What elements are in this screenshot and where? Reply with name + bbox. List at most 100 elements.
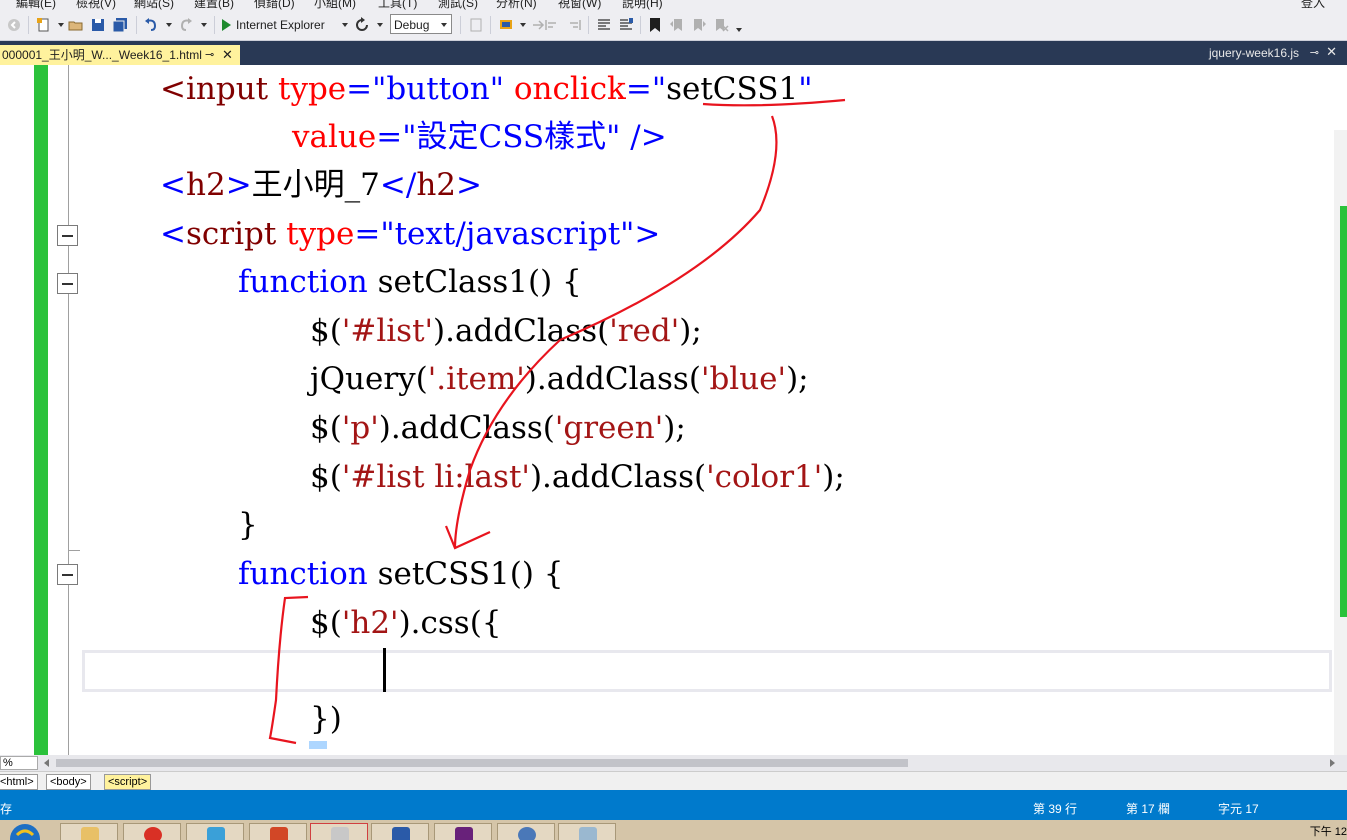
code-line-10: }: [238, 507, 258, 543]
run-button[interactable]: Internet Explorer: [222, 16, 325, 34]
redo-icon[interactable]: [178, 17, 194, 33]
menu-view[interactable]: 檢視(V): [76, 0, 116, 10]
undo-dropdown[interactable]: [166, 23, 172, 27]
menu-window[interactable]: 視窗(W): [558, 0, 601, 10]
crumb-script[interactable]: <script>: [104, 774, 152, 790]
taskbar-powerpoint[interactable]: [249, 823, 307, 840]
change-marker: [1340, 325, 1347, 617]
menu-help[interactable]: 說明(H): [622, 0, 663, 10]
close-icon[interactable]: ✕: [1326, 44, 1337, 60]
horizontal-scroll-thumb[interactable]: [56, 759, 908, 767]
collapse-function-icon[interactable]: [57, 273, 78, 294]
code-line-14: }): [310, 701, 342, 737]
align-right-icon[interactable]: [566, 17, 582, 33]
powerpoint-icon: [270, 827, 288, 840]
next-bookmark-icon[interactable]: [691, 17, 707, 33]
menu-build[interactable]: 建置(B): [194, 0, 234, 10]
pin-icon[interactable]: ⊸: [205, 45, 214, 65]
tab-label: 000001_王小明_W..._Week16_1.html: [2, 48, 202, 62]
menu-edit[interactable]: 編輯(E): [16, 0, 56, 10]
start-orb-icon[interactable]: [8, 822, 42, 840]
code-line-5: function setClass1() {: [238, 264, 582, 300]
taskbar-explorer[interactable]: [60, 823, 118, 840]
chevron-down-icon: [441, 23, 447, 27]
code-line-6: $('#list').addClass('red');: [310, 313, 702, 349]
toolbar-overflow-icon[interactable]: [736, 28, 742, 32]
outline-guide: [68, 65, 69, 755]
taskbar-chrome[interactable]: [123, 823, 181, 840]
run-target-dropdown[interactable]: [342, 23, 348, 27]
taskbar-app[interactable]: [186, 823, 244, 840]
taskbar-app-3[interactable]: [497, 823, 555, 840]
separator: [136, 16, 137, 34]
comment-icon[interactable]: [596, 17, 612, 33]
uncomment-icon[interactable]: [618, 17, 634, 33]
taskbar-visual-studio[interactable]: [434, 823, 492, 840]
play-icon: [222, 19, 231, 31]
code-editor[interactable]: <input type="button" onclick="setCSS1" v…: [0, 65, 1347, 755]
outline-end-tick: [68, 550, 80, 551]
separator: [490, 16, 491, 34]
refresh-icon[interactable]: [354, 17, 370, 33]
close-icon[interactable]: ✕: [222, 45, 233, 65]
app-icon: [518, 827, 536, 840]
collapse-function-icon[interactable]: [57, 564, 78, 585]
undo-icon[interactable]: [143, 17, 159, 33]
prev-bookmark-icon[interactable]: [669, 17, 685, 33]
menu-website[interactable]: 網站(S): [134, 0, 174, 10]
browser-link-dropdown[interactable]: [520, 23, 526, 27]
status-column: 第 17 欄: [1126, 802, 1171, 816]
find-icon[interactable]: [468, 17, 484, 33]
open-file-icon[interactable]: [68, 17, 84, 33]
status-line: 第 39 行: [1033, 802, 1078, 816]
taskbar-snipping[interactable]: [310, 823, 368, 840]
crumb-html[interactable]: <html>: [0, 774, 38, 790]
toolbar: Internet Explorer Debug: [0, 10, 1347, 41]
code-line-12: $('h2').css({: [310, 605, 502, 641]
app-icon: [392, 827, 410, 840]
status-bar: 存 第 39 行 第 17 欄 字元 17: [0, 790, 1347, 820]
bookmark-icon[interactable]: [647, 17, 663, 33]
zoom-select[interactable]: %: [0, 756, 38, 770]
menu-team[interactable]: 小組(M): [314, 0, 356, 10]
save-icon[interactable]: [90, 17, 106, 33]
menu-tools[interactable]: 工具(T): [378, 0, 417, 10]
separator: [214, 16, 215, 34]
zoom-value: %: [3, 757, 13, 769]
collapse-script-icon[interactable]: [57, 225, 78, 246]
browser-link-icon[interactable]: [498, 17, 514, 33]
code-text: <input type="button" onclick="setCSS1" v…: [0, 65, 845, 737]
windows-taskbar: 下午 12: [0, 820, 1347, 840]
change-marker: [1340, 206, 1347, 340]
clear-bookmarks-icon[interactable]: [713, 17, 729, 33]
status-message: 存: [0, 802, 13, 816]
new-project-icon[interactable]: [36, 17, 52, 33]
menu-debug[interactable]: 偵錯(D): [254, 0, 295, 10]
code-line-1: <input type="button" onclick="setCSS1": [160, 71, 813, 107]
app-icon: [207, 827, 225, 840]
taskbar-app-2[interactable]: [371, 823, 429, 840]
pin-icon[interactable]: ⊸: [1310, 46, 1319, 59]
vertical-scrollbar[interactable]: [1334, 130, 1347, 755]
save-all-icon[interactable]: [112, 17, 128, 33]
redo-dropdown[interactable]: [201, 23, 207, 27]
taskbar-app-4[interactable]: [558, 823, 616, 840]
brace-match-highlight: [309, 741, 327, 749]
sign-in-link[interactable]: 登入: [1301, 0, 1325, 10]
status-char: 字元 17: [1218, 802, 1259, 816]
back-icon[interactable]: [6, 17, 22, 33]
scroll-right-icon[interactable]: [1330, 759, 1335, 767]
menu-analyze[interactable]: 分析(N): [496, 0, 537, 10]
scroll-left-icon[interactable]: [44, 759, 49, 767]
tab-active-document[interactable]: 000001_王小明_W..._Week16_1.html ⊸ ✕: [0, 45, 240, 65]
align-left-icon[interactable]: [544, 17, 560, 33]
snipping-icon: [331, 827, 349, 840]
separator: [640, 16, 641, 34]
configuration-select[interactable]: Debug: [390, 14, 452, 34]
refresh-dropdown[interactable]: [377, 23, 383, 27]
menu-test[interactable]: 測試(S): [438, 0, 478, 10]
crumb-body[interactable]: <body>: [46, 774, 91, 790]
separator: [28, 16, 29, 34]
new-project-dropdown[interactable]: [58, 23, 64, 27]
tab-jquery-file[interactable]: jquery-week16.js: [1209, 46, 1299, 60]
